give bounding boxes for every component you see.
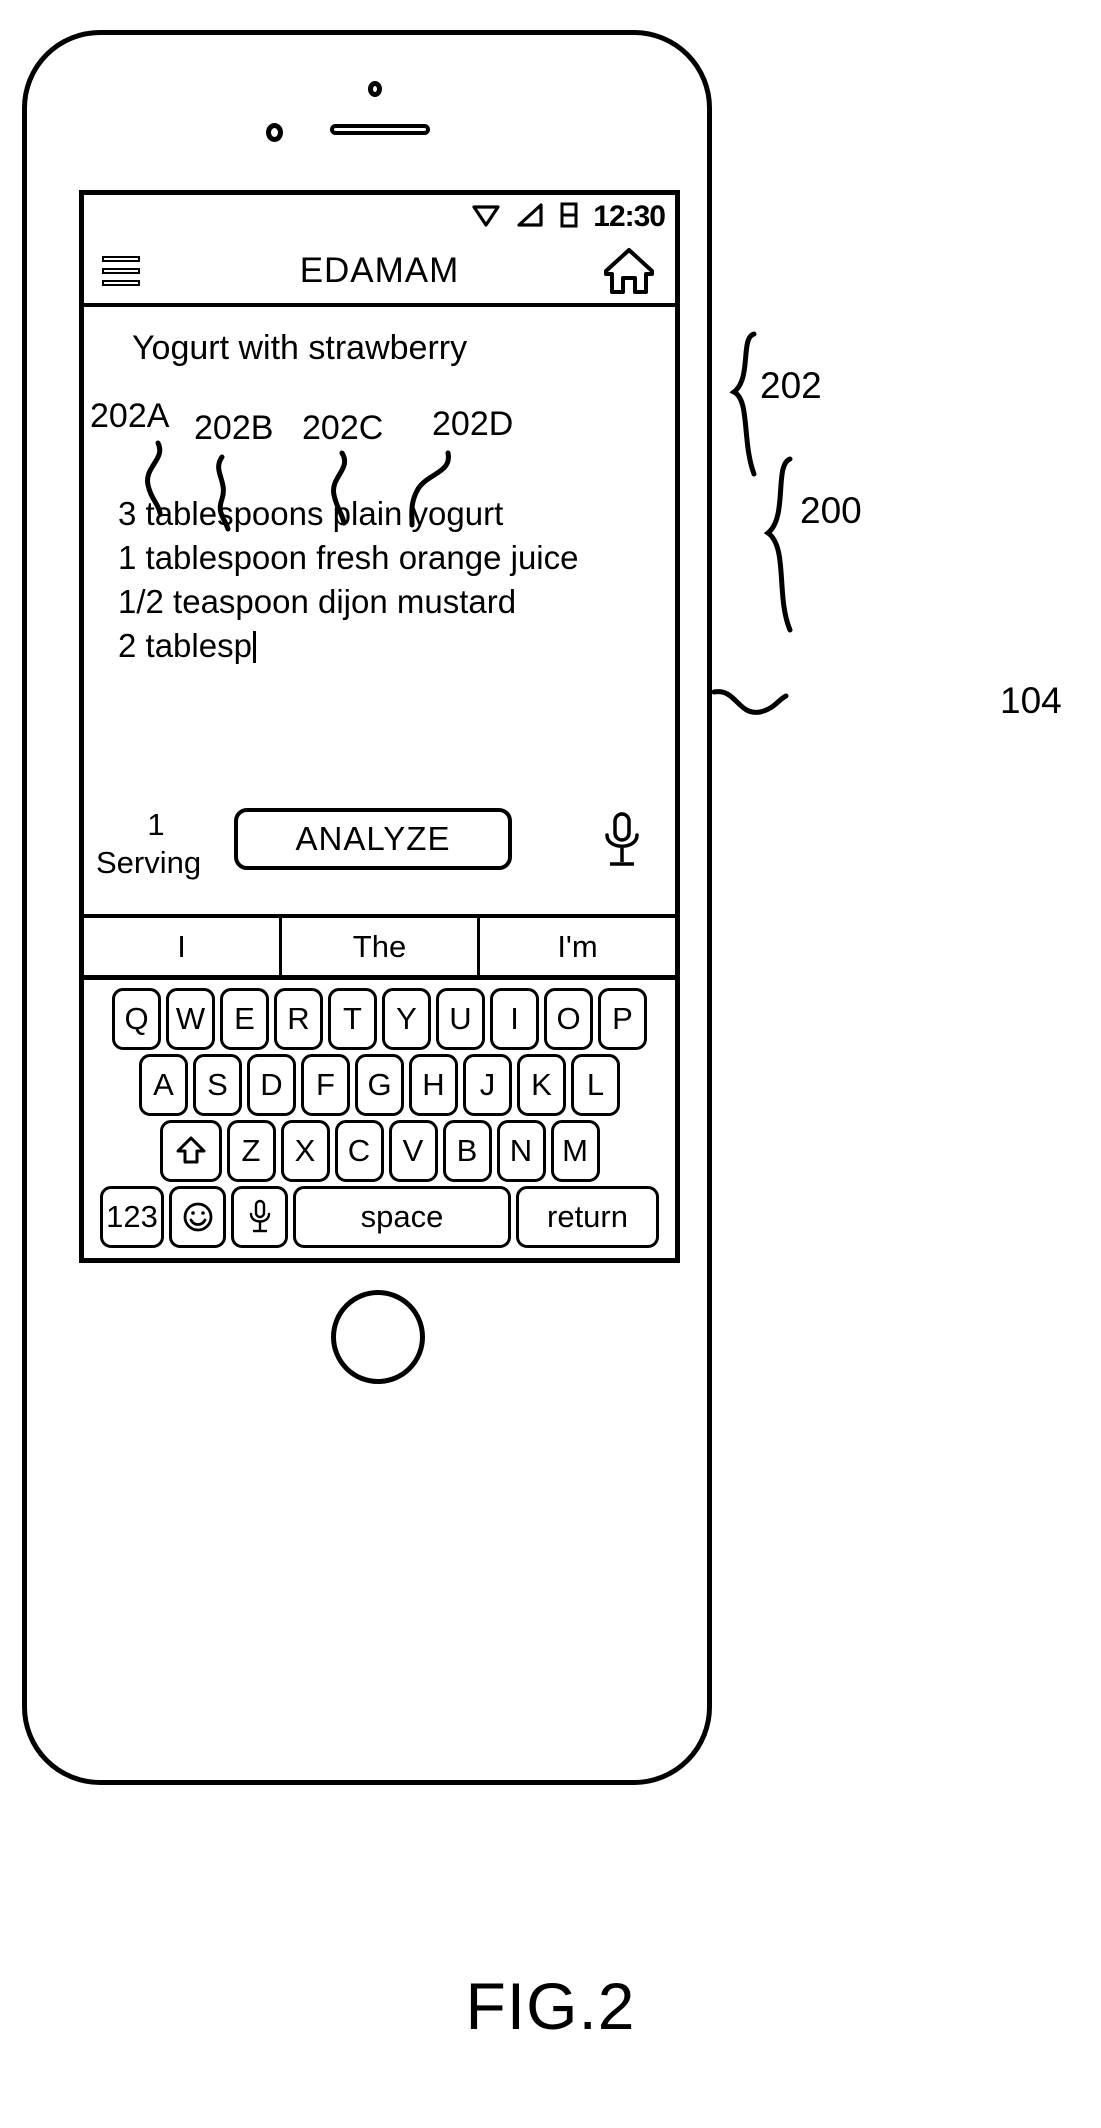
wifi-icon <box>471 202 501 233</box>
reference-number-200: 200 <box>800 490 862 531</box>
ingredient-text: 1 tablespoon fresh orange juice <box>118 539 579 576</box>
action-row: 1 Serving ANALYZE <box>84 788 675 918</box>
app-header: EDAMAM <box>84 239 675 307</box>
key-o[interactable]: O <box>544 988 593 1050</box>
key-e[interactable]: E <box>220 988 269 1050</box>
ingredient-text: 1/2 teaspoon dijon mustard <box>118 583 517 620</box>
callout-label-202c: 202C <box>302 409 384 447</box>
earpiece-speaker <box>330 124 430 135</box>
serving-label: Serving <box>96 844 202 880</box>
recipe-title: Yogurt with strawberry <box>132 329 468 367</box>
key-q[interactable]: Q <box>112 988 161 1050</box>
callout-label-202d: 202D <box>432 405 514 443</box>
figure-caption: FIG.2 <box>465 1969 636 2043</box>
callout-label-202a: 202A <box>90 397 170 435</box>
keyboard-row-1: Q W E R T Y U I O P <box>88 988 671 1050</box>
suggestion-item[interactable]: The <box>282 918 480 975</box>
ingredient-line: 1/2 teaspoon dijon mustard <box>118 583 516 621</box>
leader-line-104 <box>712 689 789 715</box>
key-w[interactable]: W <box>166 988 215 1050</box>
hamburger-line <box>102 268 140 274</box>
callout-label-202b: 202B <box>194 409 274 447</box>
hamburger-line <box>102 280 140 286</box>
key-h[interactable]: H <box>409 1054 458 1116</box>
key-s[interactable]: S <box>193 1054 242 1116</box>
keyboard-key-rows: Q W E R T Y U I O P A S D F G H J K L Z … <box>84 980 675 1258</box>
battery-icon <box>559 201 579 234</box>
text-cursor <box>252 631 256 663</box>
space-key[interactable]: space <box>293 1186 511 1248</box>
key-g[interactable]: G <box>355 1054 404 1116</box>
keyboard-row-3: Z X C V B N M <box>88 1120 671 1182</box>
key-f[interactable]: F <box>301 1054 350 1116</box>
on-screen-keyboard: I The I'm Q W E R T Y U I O P A S D F G … <box>84 918 675 1258</box>
home-button[interactable] <box>331 1290 425 1384</box>
status-bar: 12:30 <box>84 195 675 239</box>
suggestion-bar: I The I'm <box>84 918 675 980</box>
ingredient-text: 2 tablesp <box>118 627 252 664</box>
key-y[interactable]: Y <box>382 988 431 1050</box>
shift-arrow-icon[interactable] <box>159 1120 222 1182</box>
key-v[interactable]: V <box>388 1120 438 1182</box>
front-camera-icon <box>266 123 283 142</box>
key-n[interactable]: N <box>496 1120 546 1182</box>
analyze-button[interactable]: ANALYZE <box>234 808 512 870</box>
ingredient-line: 3 tablespoons plain yogurt <box>118 495 503 533</box>
key-i[interactable]: I <box>490 988 539 1050</box>
key-x[interactable]: X <box>280 1120 330 1182</box>
key-c[interactable]: C <box>334 1120 384 1182</box>
recipe-text-area[interactable]: Yogurt with strawberry 202A 202B 202C 20… <box>84 307 675 788</box>
phone-device-frame: 12:30 EDAMAM Yogurt with strawberry 202A… <box>22 30 712 1785</box>
reference-number-202: 202 <box>760 365 822 406</box>
key-l[interactable]: L <box>571 1054 620 1116</box>
smiley-face-icon[interactable] <box>169 1186 226 1248</box>
serving-number: 1 <box>147 807 165 842</box>
key-u[interactable]: U <box>436 988 485 1050</box>
microphone-icon[interactable] <box>231 1186 288 1248</box>
ingredient-line-active: 2 tablesp <box>118 627 256 665</box>
return-key[interactable]: return <box>516 1186 659 1248</box>
status-bar-clock: 12:30 <box>593 200 666 233</box>
app-title: EDAMAM <box>299 251 460 290</box>
key-p[interactable]: P <box>598 988 647 1050</box>
proximity-sensor-icon <box>368 81 382 97</box>
brace-202 <box>729 331 757 477</box>
analyze-button-label: ANALYZE <box>295 820 451 857</box>
key-r[interactable]: R <box>274 988 323 1050</box>
numeric-mode-key[interactable]: 123 <box>100 1186 164 1248</box>
brace-200 <box>763 456 793 633</box>
hamburger-line <box>102 256 140 262</box>
key-k[interactable]: K <box>517 1054 566 1116</box>
key-j[interactable]: J <box>463 1054 512 1116</box>
ingredient-text: 3 tablespoons plain yogurt <box>118 495 504 532</box>
key-z[interactable]: Z <box>226 1120 276 1182</box>
ingredient-line: 1 tablespoon fresh orange juice <box>118 539 579 577</box>
reference-number-104: 104 <box>1000 680 1062 721</box>
key-d[interactable]: D <box>247 1054 296 1116</box>
key-a[interactable]: A <box>139 1054 188 1116</box>
suggestion-item[interactable]: I <box>84 918 282 975</box>
signal-icon <box>515 202 545 233</box>
keyboard-row-2: A S D F G H J K L <box>88 1054 671 1116</box>
phone-screen: 12:30 EDAMAM Yogurt with strawberry 202A… <box>79 190 680 1263</box>
key-m[interactable]: M <box>550 1120 600 1182</box>
keyboard-row-4: 123 space return <box>88 1186 671 1248</box>
suggestion-item[interactable]: I'm <box>480 918 675 975</box>
microphone-icon[interactable] <box>599 810 645 877</box>
key-b[interactable]: B <box>442 1120 492 1182</box>
hamburger-menu-icon[interactable] <box>102 256 140 286</box>
home-icon[interactable] <box>601 245 657 297</box>
serving-count-group[interactable]: 1 Serving <box>96 806 216 882</box>
key-t[interactable]: T <box>328 988 377 1050</box>
